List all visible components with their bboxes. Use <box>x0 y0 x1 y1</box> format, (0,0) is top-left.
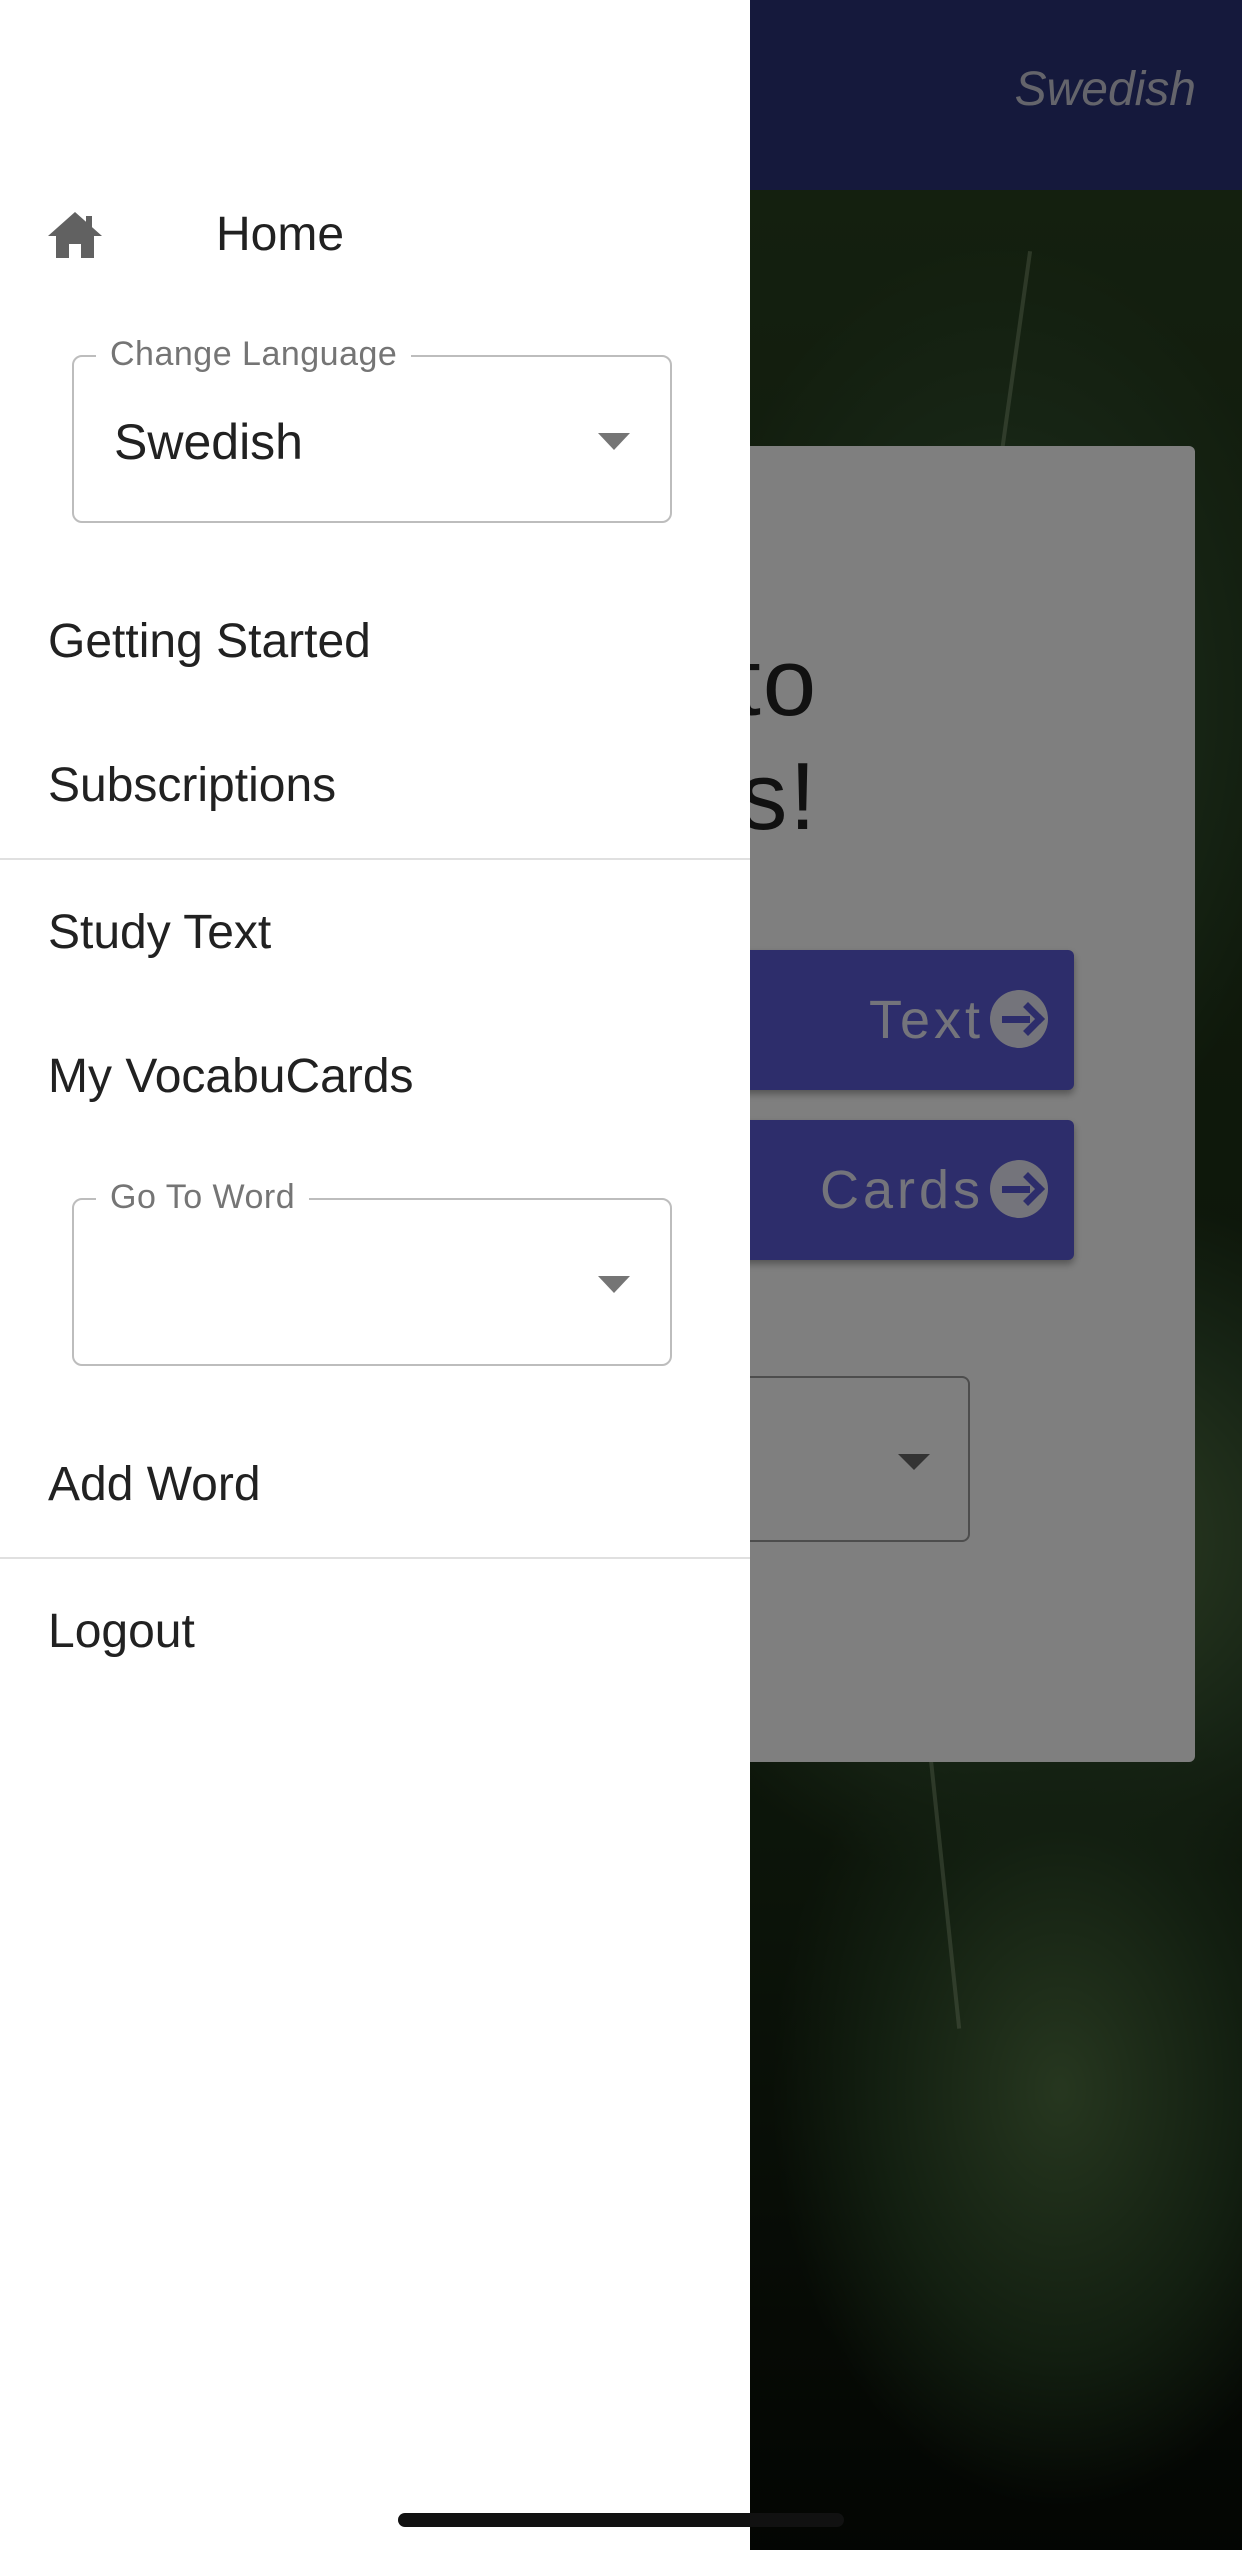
change-language-legend: Change Language <box>96 335 412 374</box>
nav-item-home-label: Home <box>216 208 345 261</box>
system-home-indicator[interactable] <box>398 2513 844 2527</box>
navigation-drawer: Home Change Language Swedish Getting Sta… <box>0 0 750 2550</box>
nav-item-label: Add Word <box>48 1458 261 1511</box>
dropdown-caret-icon <box>598 1276 630 1293</box>
go-to-word-select[interactable]: Go To Word <box>72 1178 672 1366</box>
nav-item-subscriptions[interactable]: Subscriptions <box>0 730 750 840</box>
nav-item-label: Logout <box>48 1605 195 1658</box>
nav-item-study-text[interactable]: Study Text <box>0 877 750 987</box>
nav-item-getting-started[interactable]: Getting Started <box>0 586 750 696</box>
nav-item-label: Study Text <box>48 906 272 959</box>
go-to-word-legend: Go To Word <box>96 1178 310 1217</box>
dropdown-caret-icon <box>598 433 630 450</box>
home-icon <box>48 212 102 258</box>
nav-item-home[interactable]: Home <box>0 180 750 290</box>
nav-item-label: My VocabuCards <box>48 1050 414 1103</box>
drawer-divider <box>0 1557 750 1559</box>
nav-item-label: Subscriptions <box>48 759 337 812</box>
nav-item-logout[interactable]: Logout <box>0 1576 750 1686</box>
nav-item-add-word[interactable]: Add Word <box>0 1429 750 1539</box>
change-language-select[interactable]: Change Language Swedish <box>72 335 672 523</box>
drawer-divider <box>0 858 750 860</box>
nav-item-label: Getting Started <box>48 615 371 668</box>
nav-item-my-vocabucards[interactable]: My VocabuCards <box>0 1021 750 1131</box>
change-language-value: Swedish <box>114 414 303 470</box>
